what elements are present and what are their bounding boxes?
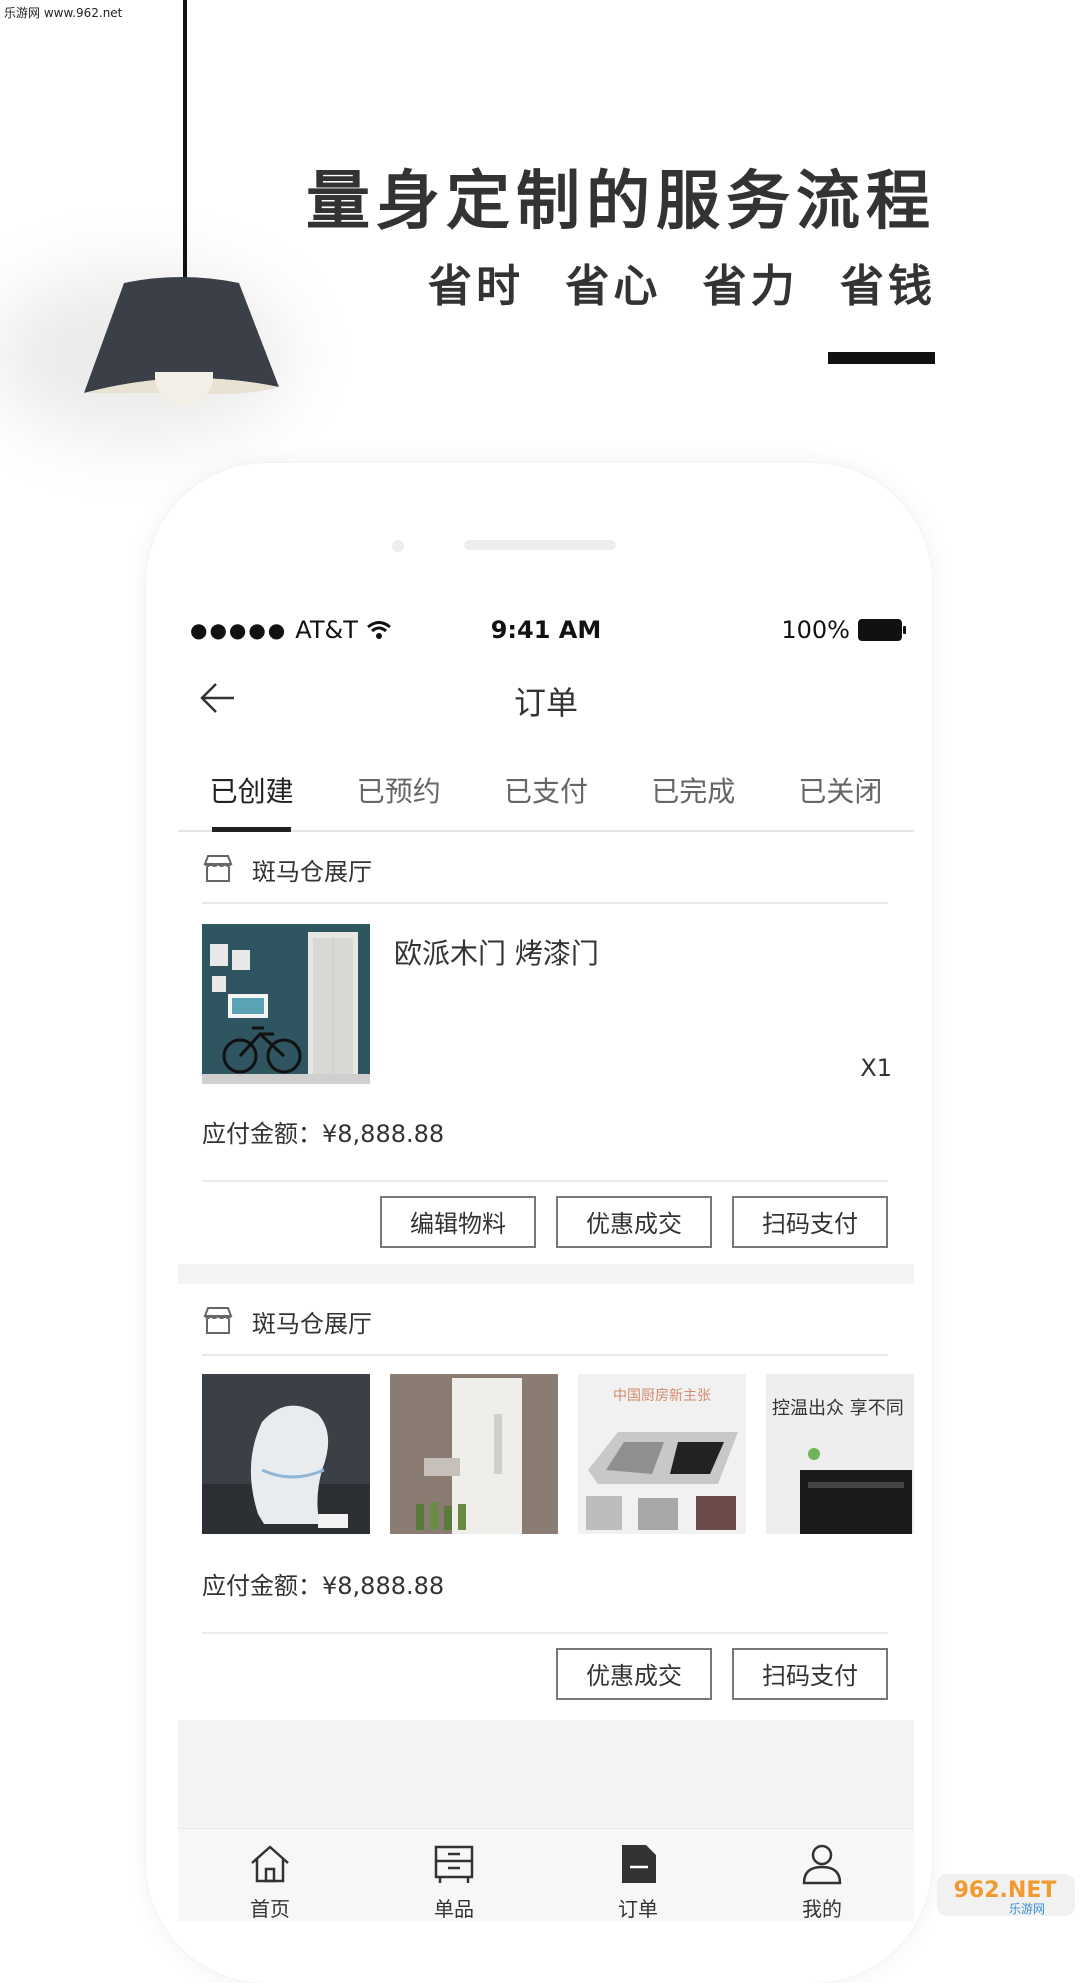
app-screen: ●●●●● AT&T 9:41 AM 100% 订单 已创建 已预约 已支付 已…	[178, 600, 914, 1921]
product-thumbnail-toilet[interactable]	[202, 1374, 370, 1534]
lamp-cord	[183, 0, 187, 280]
watermark-text: 乐游网 www.962.net	[4, 6, 123, 20]
product-quantity: X1	[860, 1054, 892, 1082]
tab-reserved[interactable]: 已预约	[325, 746, 472, 830]
amount-value: ¥8,888.88	[322, 1120, 445, 1148]
shop-name: 斑马仓展厅	[252, 1310, 372, 1338]
amount-value: ¥8,888.88	[322, 1572, 445, 1600]
shop-name: 斑马仓展厅	[252, 858, 372, 886]
tagline-3: 省力	[702, 261, 799, 312]
tab-completed[interactable]: 已完成	[620, 746, 767, 830]
tabbar-home-label: 首页	[250, 1897, 290, 1921]
home-icon	[251, 1845, 289, 1883]
battery-percent: 100%	[781, 616, 850, 644]
store-icon	[203, 1307, 233, 1334]
empty-list-area	[178, 1720, 914, 1828]
logo-sub-text: 乐游网	[1009, 1902, 1045, 1916]
divider	[202, 1180, 888, 1182]
product-title: 欧派木门 烤漆门	[394, 937, 599, 970]
hero-taglines: 省时 省心 省力 省钱	[406, 250, 936, 314]
tabbar-order[interactable]: 订单	[546, 1829, 730, 1921]
phone-speaker	[464, 540, 616, 550]
store-icon	[203, 855, 233, 882]
order-card: 斑马仓展厅 中国厨房新主张 控温出众 享不同 应付金额：¥8,888.88 优惠…	[178, 1284, 914, 1710]
shop-row[interactable]: 斑马仓展厅	[202, 832, 888, 904]
product-thumbnail-oven[interactable]: 控温出众 享不同	[766, 1374, 914, 1534]
phone-camera	[392, 540, 404, 552]
scan-pay-button[interactable]: 扫码支付	[732, 1648, 888, 1700]
tab-closed[interactable]: 已关闭	[767, 746, 914, 830]
divider	[202, 1632, 888, 1634]
kitchen-ad-text: 中国厨房新主张	[613, 1388, 711, 1404]
edit-materials-button[interactable]: 编辑物料	[380, 1196, 536, 1248]
shop-row[interactable]: 斑马仓展厅	[202, 1284, 888, 1356]
tagline-2: 省心	[565, 261, 662, 312]
amount-due: 应付金额：¥8,888.88	[202, 1566, 444, 1601]
tab-created[interactable]: 已创建	[178, 746, 325, 832]
discount-deal-button[interactable]: 优惠成交	[556, 1648, 712, 1700]
card-separator	[178, 1264, 914, 1284]
discount-deal-button[interactable]: 优惠成交	[556, 1196, 712, 1248]
profile-icon	[802, 1844, 842, 1885]
tabbar-product-label: 单品	[434, 1897, 474, 1921]
tabbar-home[interactable]: 首页	[178, 1829, 362, 1921]
amount-label: 应付金额：	[202, 1120, 322, 1148]
order-status-tabs: 已创建 已预约 已支付 已完成 已关闭	[178, 746, 914, 832]
page-title: 订单	[513, 684, 578, 722]
bottom-tab-bar: 首页 单品 订单 我的	[178, 1828, 914, 1921]
tagline-4: 省钱	[840, 261, 936, 312]
oven-ad-text: 控温出众 享不同	[772, 1398, 904, 1419]
962-logo: 962.NET 乐游网	[937, 1874, 1075, 1916]
product-thumbnail-door-2[interactable]	[390, 1374, 558, 1534]
battery-icon	[858, 619, 906, 641]
tabbar-order-label: 订单	[618, 1897, 658, 1921]
order-card: 斑马仓展厅 欧派木门 烤漆门 X1 应付金额：¥8,888.88 编辑物料 优惠…	[178, 832, 914, 1252]
nav-bar: 订单	[178, 664, 914, 736]
order-icon	[622, 1845, 656, 1883]
product-thumbnail-sink[interactable]: 中国厨房新主张	[578, 1374, 746, 1534]
status-bar: ●●●●● AT&T 9:41 AM 100%	[178, 616, 914, 656]
logo-main-text: 962.NET	[954, 1878, 1057, 1903]
tabbar-profile[interactable]: 我的	[730, 1829, 914, 1921]
scan-pay-button[interactable]: 扫码支付	[732, 1196, 888, 1248]
amount-label: 应付金额：	[202, 1572, 322, 1600]
hero-headline: 量身定制的服务流程	[306, 165, 936, 239]
amount-due: 应付金额：¥8,888.88	[202, 1114, 444, 1149]
tab-paid[interactable]: 已支付	[472, 746, 619, 830]
product-thumbnail-door[interactable]	[202, 924, 370, 1084]
product-icon	[434, 1845, 474, 1883]
tagline-1: 省时	[428, 261, 525, 312]
tabbar-product[interactable]: 单品	[362, 1829, 546, 1921]
hero-underline	[828, 352, 935, 364]
tabbar-profile-label: 我的	[802, 1897, 842, 1921]
